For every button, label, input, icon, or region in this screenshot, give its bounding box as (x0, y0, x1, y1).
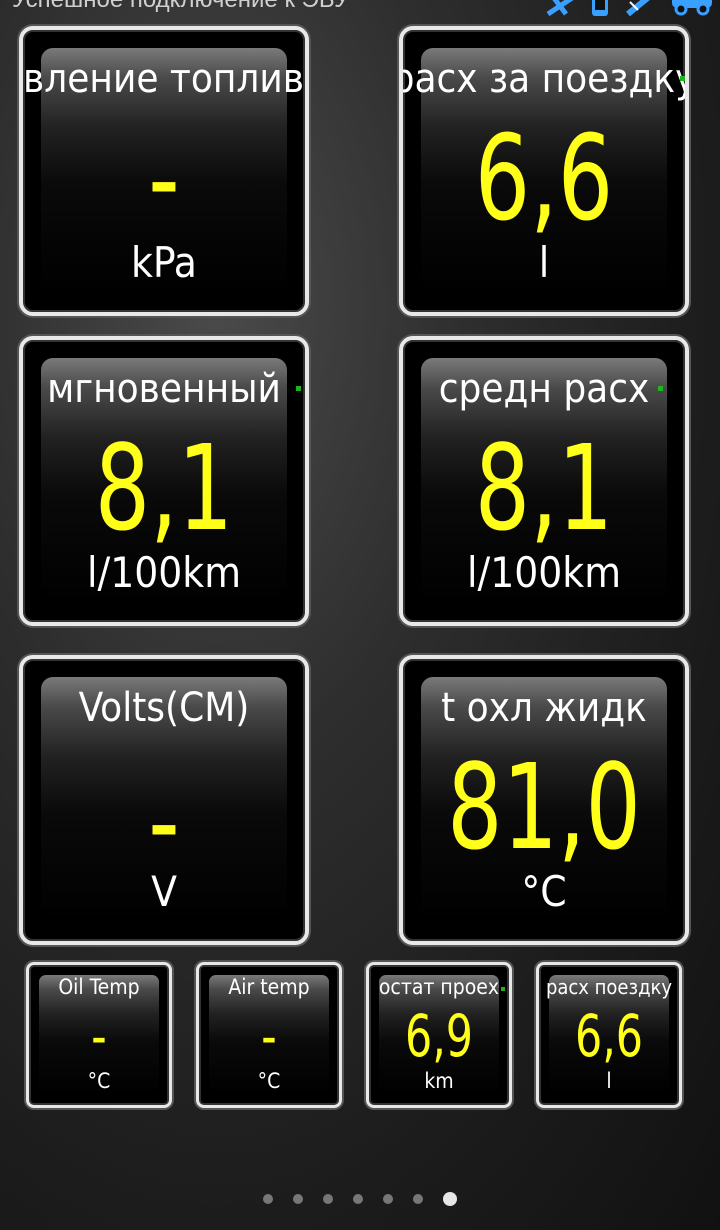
indicator-dot (680, 76, 685, 81)
gauge-title: расх за поездку (399, 56, 689, 102)
gps-icon (546, 0, 574, 17)
gauge-instant-consumption[interactable]: мгновенный 8,1 l/100km (19, 336, 309, 626)
gauge-value: 6,6 (474, 109, 614, 247)
gauge-title: средн расх (438, 366, 650, 412)
gauge-unit: V (151, 867, 177, 916)
gauge-unit: °C (257, 1069, 281, 1093)
page-dot[interactable] (413, 1194, 423, 1204)
page-dot[interactable] (293, 1194, 303, 1204)
gauge-unit: °C (87, 1069, 111, 1093)
gauge-oil-temp[interactable]: Oil Temp - °C (26, 962, 172, 1108)
gauge-unit: l (538, 238, 550, 287)
gauge-value: 8,1 (474, 419, 614, 557)
gauge-title: Air temp (228, 975, 310, 999)
connection-status-text: Успешное подключение к ЭБУ (12, 0, 349, 14)
gauge-title: мгновенный (47, 366, 281, 412)
gauge-coolant-temp[interactable]: t охл жидк 81,0 °C (399, 655, 689, 945)
indicator-dot (296, 386, 301, 391)
satellite-icon (626, 0, 650, 17)
gauge-trip-consumption-small[interactable]: расх поездку 6,6 l (536, 962, 682, 1108)
page-dot[interactable] (323, 1194, 333, 1204)
status-bar: Успешное подключение к ЭБУ (0, 0, 720, 20)
gauge-average-consumption[interactable]: средн расх 8,1 l/100km (399, 336, 689, 626)
gauge-voltage[interactable]: Volts(CM) - V (19, 655, 309, 945)
page-indicator[interactable] (0, 1192, 720, 1206)
page-dot[interactable] (383, 1194, 393, 1204)
indicator-dot (658, 386, 663, 391)
gauge-value: 8,1 (94, 419, 234, 557)
indicator-dot (501, 987, 505, 991)
gauge-value: - (148, 109, 180, 247)
gauge-value: 81,0 (447, 738, 641, 876)
gauge-unit: kPa (131, 238, 197, 287)
gauge-value: 6,9 (404, 1002, 474, 1070)
gauge-unit: l/100km (86, 548, 242, 597)
car-icon (672, 0, 712, 16)
gauge-fuel-pressure[interactable]: авление топлива - kPa (19, 26, 309, 316)
gauge-value: - (261, 1002, 277, 1070)
gauge-title: расх поездку (545, 975, 673, 999)
gauge-unit: °C (521, 867, 567, 916)
gauge-title: остат проех (378, 975, 500, 999)
gauge-value: 6,6 (574, 1002, 644, 1070)
gauge-unit: km (424, 1069, 454, 1093)
gauge-trip-consumption[interactable]: расх за поездку 6,6 l (399, 26, 689, 316)
gauge-remaining-range[interactable]: остат проех 6,9 km (366, 962, 512, 1108)
gauge-unit: l (606, 1069, 612, 1093)
page-dot-active[interactable] (443, 1192, 457, 1206)
gauge-title: Oil Temp (58, 975, 140, 999)
phone-icon (592, 0, 608, 16)
gauge-unit: l/100km (466, 548, 622, 597)
page-dot[interactable] (353, 1194, 363, 1204)
gauge-air-temp[interactable]: Air temp - °C (196, 962, 342, 1108)
gauge-title: t охл жидк (441, 685, 647, 731)
gauge-title: Volts(CM) (78, 685, 250, 731)
gauge-title: авление топлива (23, 56, 305, 102)
page-dot[interactable] (263, 1194, 273, 1204)
status-icons (544, 0, 714, 18)
gauge-value: - (91, 1002, 107, 1070)
